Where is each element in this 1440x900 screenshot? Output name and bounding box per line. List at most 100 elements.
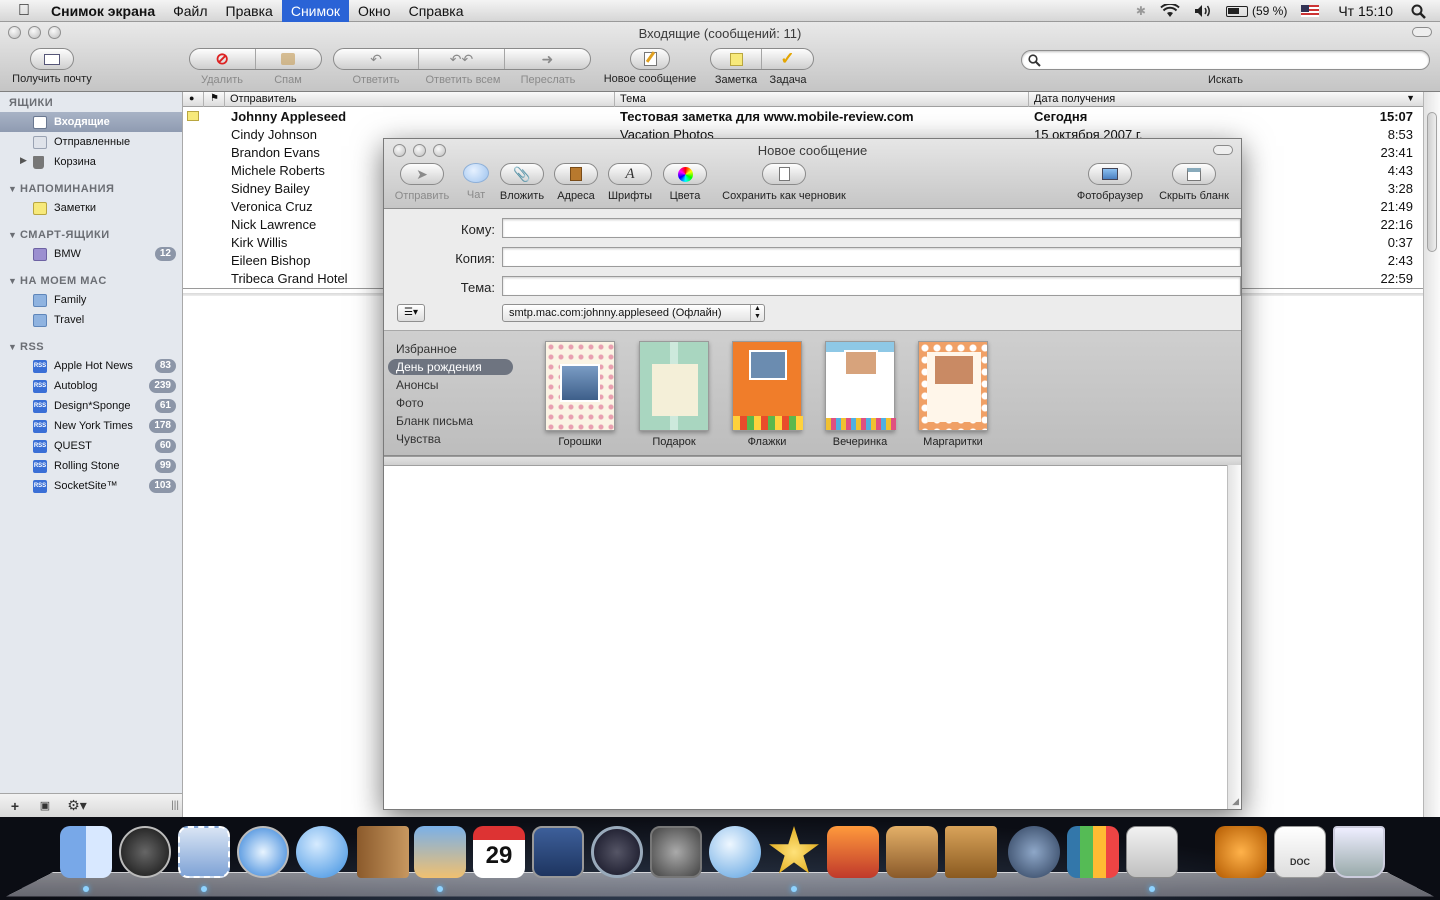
- sidebar-item-rss-feed[interactable]: RSS Autoblog 239: [0, 376, 182, 396]
- sender-column-header[interactable]: Отправитель: [230, 93, 297, 105]
- bluetooth-icon[interactable]: ✱: [1129, 4, 1153, 18]
- resize-grip-icon[interactable]: ◢: [1232, 796, 1239, 807]
- forward-button[interactable]: ➜: [505, 49, 590, 69]
- stationery-template[interactable]: Подарок: [638, 341, 710, 448]
- safari-icon[interactable]: [237, 826, 289, 878]
- stationery-template[interactable]: Маргаритки: [917, 341, 989, 448]
- menu-file[interactable]: Файл: [164, 0, 216, 22]
- sort-descending-icon[interactable]: ▼: [1406, 93, 1415, 103]
- chat-button[interactable]: Чат: [456, 163, 496, 201]
- sidebar-item-rss-feed[interactable]: RSS Rolling Stone 99: [0, 456, 182, 476]
- dashboard-icon[interactable]: [119, 826, 171, 878]
- stationery-category[interactable]: Анонсы: [388, 377, 513, 393]
- menu-clock[interactable]: Чт 15:10: [1326, 3, 1405, 19]
- volume-icon[interactable]: [1187, 4, 1219, 18]
- finder-icon[interactable]: [60, 826, 112, 878]
- stationery-template[interactable]: Флажки: [731, 341, 803, 448]
- stationery-category[interactable]: Бланк письма: [388, 413, 513, 429]
- disclosure-triangle-icon[interactable]: ▶: [20, 155, 27, 166]
- menu-edit[interactable]: Правка: [217, 0, 282, 22]
- garageband-icon[interactable]: [1215, 826, 1267, 878]
- cc-field[interactable]: [502, 247, 1241, 267]
- sidebar-item-notes[interactable]: Заметки: [0, 198, 182, 218]
- numbers-icon[interactable]: [1067, 826, 1119, 878]
- search-input[interactable]: [1021, 50, 1430, 70]
- sidebar-item-rss-feed[interactable]: RSS Apple Hot News 83: [0, 356, 182, 376]
- subject-field[interactable]: [502, 276, 1241, 296]
- junk-button[interactable]: [256, 49, 322, 69]
- photo-booth-icon[interactable]: [827, 826, 879, 878]
- grab-icon[interactable]: [1126, 826, 1178, 878]
- add-mailbox-icon[interactable]: +: [0, 798, 30, 814]
- sidebar-item-rss-feed[interactable]: RSS QUEST 60: [0, 436, 182, 456]
- trash-icon[interactable]: [1333, 826, 1385, 878]
- wifi-icon[interactable]: [1153, 4, 1187, 18]
- body-scrollbar[interactable]: [1227, 465, 1241, 809]
- sidebar-item-inbox[interactable]: Входящие: [0, 112, 182, 132]
- table-row[interactable]: Johnny Appleseed Тестовая заметка для ww…: [183, 108, 1423, 126]
- document-icon[interactable]: DOC: [1274, 826, 1326, 878]
- menu-help[interactable]: Справка: [400, 0, 473, 22]
- account-select[interactable]: smtp.mac.com:johnny.appleseed (Офлайн) ▲…: [502, 304, 765, 322]
- unread-column-icon[interactable]: ●: [189, 93, 194, 103]
- sidebar-item-travel[interactable]: Travel: [0, 310, 182, 330]
- subject-column-header[interactable]: Тема: [620, 93, 646, 105]
- colors-button[interactable]: Цвета: [661, 163, 709, 202]
- toolbar-toggle-button[interactable]: [1412, 27, 1432, 37]
- address-book-icon[interactable]: [357, 826, 409, 878]
- message-list-scrollbar[interactable]: [1423, 92, 1440, 817]
- sidebar-item-family[interactable]: Family: [0, 290, 182, 310]
- new-message-button[interactable]: Новое сообщение: [598, 48, 702, 85]
- itunes-icon[interactable]: [709, 826, 761, 878]
- address-button[interactable]: Адреса: [552, 163, 600, 202]
- show-mail-activity-icon[interactable]: ▣: [30, 799, 60, 812]
- menu-app-name[interactable]: Снимок экрана: [42, 0, 164, 22]
- header-fields-menu-icon[interactable]: ☰▾: [397, 304, 425, 322]
- menu-window[interactable]: Окно: [349, 0, 400, 22]
- spotlight-search-icon[interactable]: [1405, 4, 1440, 19]
- gear-icon[interactable]: ⚙▾: [60, 797, 94, 814]
- flag-column-icon[interactable]: ⚑: [210, 93, 219, 104]
- message-body-editor[interactable]: [384, 465, 1227, 809]
- get-mail-button[interactable]: Получить почту: [8, 48, 96, 85]
- sidebar-item-rss-feed[interactable]: RSS SocketSite™ 103: [0, 476, 182, 496]
- hide-stationery-button[interactable]: Скрыть бланк: [1154, 163, 1234, 202]
- battery-status[interactable]: (59 %): [1219, 4, 1294, 18]
- send-button[interactable]: ➤ Отправить: [392, 163, 452, 202]
- menu-capture[interactable]: Снимок: [281, 0, 350, 22]
- to-field[interactable]: [502, 218, 1241, 238]
- disclosure-open-icon[interactable]: ▼: [8, 184, 17, 194]
- apple-menu-icon[interactable]: : [0, 0, 42, 22]
- photo-browser-button[interactable]: Фотобраузер: [1072, 163, 1148, 202]
- sidebar-item-sent[interactable]: Отправленные: [0, 132, 182, 152]
- keynote-icon[interactable]: [945, 826, 997, 878]
- stationery-template[interactable]: Горошки: [544, 341, 616, 448]
- attach-button[interactable]: 📎 Вложить: [498, 163, 546, 202]
- date-column-header[interactable]: Дата получения: [1034, 93, 1115, 105]
- input-flag-icon[interactable]: [1294, 5, 1326, 17]
- fonts-button[interactable]: A Шрифты: [606, 163, 654, 202]
- resize-handle-icon[interactable]: |||: [171, 800, 179, 811]
- scroll-thumb[interactable]: [1427, 112, 1437, 252]
- iphoto-icon[interactable]: [414, 826, 466, 878]
- disclosure-open-icon[interactable]: ▼: [8, 342, 17, 352]
- stationery-category-selected[interactable]: День рождения: [388, 359, 513, 375]
- delete-button[interactable]: ⊘: [190, 49, 256, 69]
- time-machine-icon[interactable]: [591, 826, 643, 878]
- stationery-template[interactable]: Вечеринка: [824, 341, 896, 448]
- sidebar-item-bmw[interactable]: BMW 12: [0, 244, 182, 264]
- todo-button[interactable]: ✓: [762, 49, 813, 69]
- stationery-category[interactable]: Избранное: [388, 341, 513, 357]
- system-preferences-icon[interactable]: [650, 826, 702, 878]
- reply-all-button[interactable]: ↶↶: [419, 49, 505, 69]
- pane-divider[interactable]: [384, 456, 1241, 465]
- sidebar-item-rss-feed[interactable]: RSS New York Times 178: [0, 416, 182, 436]
- ical-icon[interactable]: 29: [473, 826, 525, 878]
- sidebar-item-rss-feed[interactable]: RSS Design*Sponge 61: [0, 396, 182, 416]
- toolbar-toggle-button[interactable]: [1213, 145, 1233, 155]
- pages-icon[interactable]: [1008, 826, 1060, 878]
- spaces-icon[interactable]: [532, 826, 584, 878]
- stationery-category[interactable]: Фото: [388, 395, 513, 411]
- stationery-category[interactable]: Чувства: [388, 431, 513, 447]
- mail-icon[interactable]: [178, 826, 230, 878]
